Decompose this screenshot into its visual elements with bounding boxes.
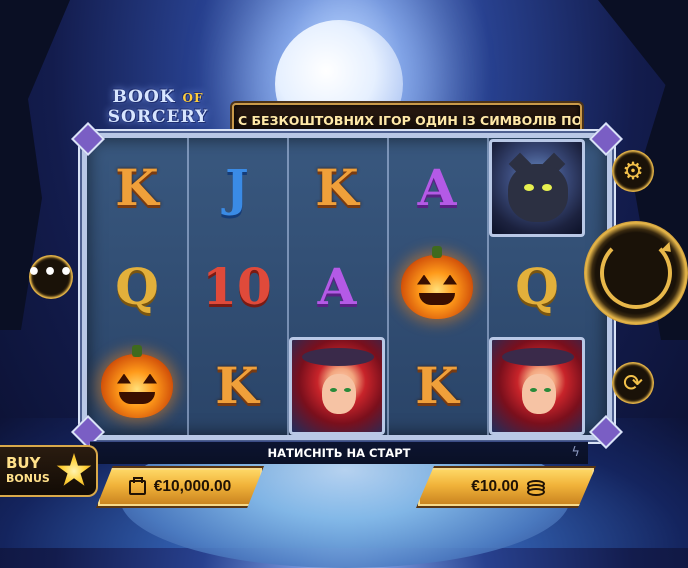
symbol-letter: K (415, 355, 459, 415)
status-message: НАТИСНІТЬ НА СТАРТ (267, 446, 411, 460)
symbol-q: Q (487, 237, 587, 336)
more-dots-icon: ••• (26, 260, 76, 285)
symbol-letter: K (215, 355, 259, 415)
black-cat-icon (489, 138, 585, 237)
symbol-black-cat (487, 138, 587, 237)
coins-icon (526, 480, 545, 496)
reel-column: KQ (87, 138, 189, 435)
game-logo: BOOK OF SORCERY (104, 88, 212, 134)
lightning-icon[interactable]: ϟ (571, 445, 580, 460)
logo-text-book: BOOK OF (112, 87, 204, 107)
pumpkin-icon (401, 245, 473, 319)
symbol-10: 10 (187, 237, 287, 336)
symbol-pumpkin (87, 336, 187, 435)
symbol-letter: Q (115, 256, 159, 316)
reel-grid: K Q J 10 K K A A K Q (82, 133, 612, 440)
symbol-letter: A (417, 157, 457, 217)
balance-panel[interactable]: €10,000.00 (96, 466, 264, 508)
symbol-a: A (287, 237, 387, 336)
symbol-k: K (187, 336, 287, 435)
symbol-letter: Q (515, 256, 559, 316)
status-bar: НАТИСНІТЬ НА СТАРТ ϟ (90, 441, 588, 464)
symbol-k: K (287, 138, 387, 237)
bet-value: €10.00 (471, 478, 519, 495)
pumpkin-icon (101, 344, 173, 418)
witch-icon (289, 336, 385, 435)
symbol-k: K (87, 138, 187, 237)
symbol-letter: K (115, 157, 159, 217)
reel-column: AK (387, 138, 489, 435)
buy-bonus-label: BUY BONUS (6, 454, 50, 486)
gear-icon: ⚙ (622, 157, 644, 185)
symbol-letter: 10 (202, 256, 272, 316)
spin-arrow-icon (600, 237, 676, 309)
autoplay-icon: ⟳ (622, 369, 644, 397)
logo-text-sorcery: SORCERY (107, 107, 209, 127)
symbol-a: A (387, 138, 487, 237)
symbol-q: Q (87, 237, 187, 336)
ticker-text: С БЕЗКОШТОВНИХ ІГОР ОДИН ІЗ СИМВОЛІВ ПОШ… (238, 112, 582, 128)
symbol-j: J (187, 138, 287, 237)
symbol-witch (487, 336, 587, 435)
symbol-k: K (387, 336, 487, 435)
autoplay-button[interactable]: ⟳ (612, 362, 654, 404)
symbol-letter: A (317, 256, 357, 316)
symbol-letter: J (225, 157, 249, 217)
settings-button[interactable]: ⚙ (612, 150, 654, 192)
reel-column: J 10 K (187, 138, 289, 435)
symbol-witch (287, 336, 387, 435)
reel-column: KA (287, 138, 389, 435)
buy-bonus-button[interactable]: BUY BONUS (0, 445, 98, 497)
balance-value: €10,000.00 (153, 478, 232, 495)
symbol-pumpkin (387, 237, 487, 336)
info-ticker: С БЕЗКОШТОВНИХ ІГОР ОДИН ІЗ СИМВОЛІВ ПОШ… (232, 103, 582, 137)
wallet-icon (128, 476, 146, 495)
bet-panel[interactable]: €10.00 (416, 466, 596, 508)
reel-column: Q (487, 138, 587, 435)
witch-icon (489, 336, 585, 435)
spin-button[interactable] (584, 221, 688, 325)
menu-button[interactable]: ••• (26, 255, 76, 299)
star-icon (56, 453, 92, 486)
symbol-letter: K (315, 157, 359, 217)
